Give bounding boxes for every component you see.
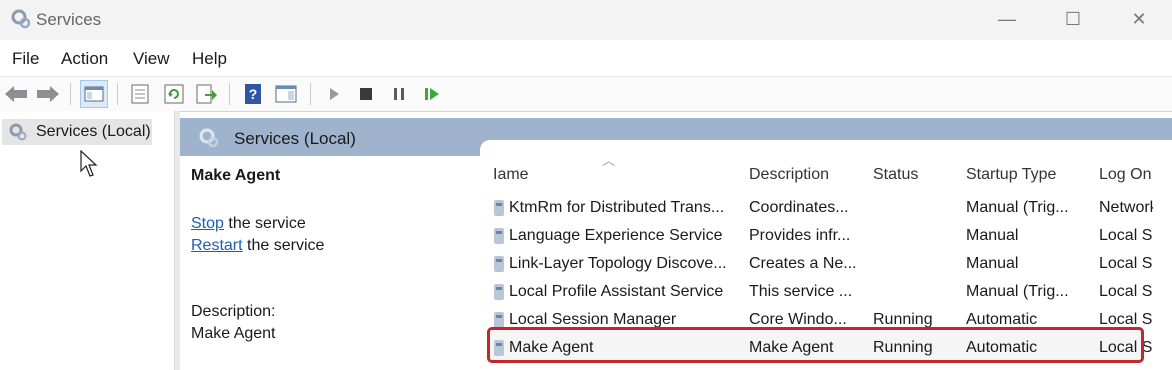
sort-ascending-icon: ︿ bbox=[602, 153, 616, 168]
column-header-log-on[interactable]: Log On bbox=[1099, 166, 1172, 184]
properties-icon[interactable] bbox=[126, 80, 154, 108]
service-log-on: Local S bbox=[1099, 227, 1153, 244]
services-gear-icon bbox=[9, 123, 27, 141]
restart-service-line: Restart the service bbox=[191, 237, 324, 255]
highlight-box bbox=[487, 327, 1144, 363]
column-header-description[interactable]: Description bbox=[749, 166, 829, 184]
table-row[interactable]: KtmRm for Distributed Trans... Coordinat… bbox=[480, 194, 1172, 222]
selected-service-name: Make Agent bbox=[191, 167, 281, 184]
tree-item-label: Services (Local) bbox=[36, 123, 151, 140]
mouse-cursor-icon bbox=[80, 150, 98, 177]
minimize-button[interactable]: — bbox=[976, 0, 1038, 38]
service-icon bbox=[494, 256, 504, 272]
service-startup-type: Manual bbox=[966, 227, 1019, 244]
service-description: Provides infr... bbox=[749, 227, 851, 244]
menu-help[interactable]: Help bbox=[192, 49, 227, 69]
stop-service-link[interactable]: Stop bbox=[191, 215, 224, 232]
menu-bar: File Action View Help bbox=[0, 40, 1172, 76]
forward-arrow-icon[interactable] bbox=[34, 80, 62, 108]
table-row[interactable]: Local Profile Assistant Service This ser… bbox=[480, 278, 1172, 306]
toolbar-separator bbox=[229, 83, 230, 105]
menu-action[interactable]: Action bbox=[61, 49, 108, 69]
show-action-pane-icon[interactable] bbox=[272, 80, 300, 108]
resume-service-icon[interactable] bbox=[418, 80, 446, 108]
tree-item-services-local[interactable]: Services (Local) bbox=[2, 119, 152, 145]
toolbar-separator bbox=[70, 83, 71, 105]
title-bar: Services — ☐ ✕ bbox=[0, 0, 1172, 40]
service-name: Link-Layer Topology Discove... bbox=[509, 255, 727, 272]
service-name: KtmRm for Distributed Trans... bbox=[509, 199, 725, 216]
service-startup-type: Manual (Trig... bbox=[966, 199, 1069, 216]
service-log-on: Network bbox=[1099, 199, 1153, 216]
back-arrow-icon[interactable] bbox=[2, 80, 30, 108]
stop-service-line: Stop the service bbox=[191, 215, 306, 233]
service-description: Creates a Ne... bbox=[749, 255, 857, 272]
service-description: Coordinates... bbox=[749, 199, 849, 216]
description-value: Make Agent bbox=[191, 325, 276, 342]
service-name: Local Profile Assistant Service bbox=[509, 283, 724, 300]
column-header-status[interactable]: Status bbox=[873, 166, 918, 184]
export-list-icon[interactable] bbox=[193, 80, 221, 108]
stop-service-icon[interactable] bbox=[352, 80, 380, 108]
service-log-on: Local S bbox=[1099, 283, 1153, 300]
table-row[interactable]: Language Experience Service Provides inf… bbox=[480, 222, 1172, 250]
refresh-icon[interactable] bbox=[160, 80, 188, 108]
window-title: Services bbox=[36, 10, 102, 29]
services-gear-icon bbox=[199, 128, 219, 148]
close-button[interactable]: ✕ bbox=[1108, 0, 1170, 38]
service-description: This service ... bbox=[749, 283, 853, 300]
toolbar-separator bbox=[117, 83, 118, 105]
svg-text:?: ? bbox=[249, 86, 258, 102]
pane-header-title: Services (Local) bbox=[234, 129, 356, 148]
service-icon bbox=[494, 228, 504, 244]
description-label: Description: bbox=[191, 303, 276, 320]
table-row[interactable]: Link-Layer Topology Discove... Creates a… bbox=[480, 250, 1172, 278]
start-service-icon[interactable] bbox=[320, 80, 348, 108]
service-startup-type: Manual (Trig... bbox=[966, 283, 1069, 300]
stop-service-suffix: the service bbox=[223, 215, 306, 232]
service-icon bbox=[494, 200, 504, 216]
menu-view[interactable]: View bbox=[133, 49, 170, 69]
pause-service-icon[interactable] bbox=[385, 80, 413, 108]
column-header-startup-type[interactable]: Startup Type bbox=[966, 166, 1056, 184]
show-console-tree-icon[interactable] bbox=[80, 80, 108, 108]
column-header-name[interactable]: Iame bbox=[493, 166, 529, 184]
restart-service-suffix: the service bbox=[242, 237, 325, 254]
help-icon[interactable]: ? bbox=[239, 80, 267, 108]
service-name: Language Experience Service bbox=[509, 227, 723, 244]
services-gear-icon bbox=[11, 9, 31, 29]
restart-service-link[interactable]: Restart bbox=[191, 237, 243, 254]
maximize-button[interactable]: ☐ bbox=[1042, 0, 1104, 38]
menu-file[interactable]: File bbox=[12, 49, 39, 69]
service-log-on: Local S bbox=[1099, 255, 1153, 272]
extended-description-pane: Make Agent Stop the service Restart the … bbox=[180, 156, 480, 370]
toolbar: ? bbox=[0, 76, 1172, 112]
toolbar-separator bbox=[310, 83, 311, 105]
service-icon bbox=[494, 284, 504, 300]
service-startup-type: Manual bbox=[966, 255, 1019, 272]
